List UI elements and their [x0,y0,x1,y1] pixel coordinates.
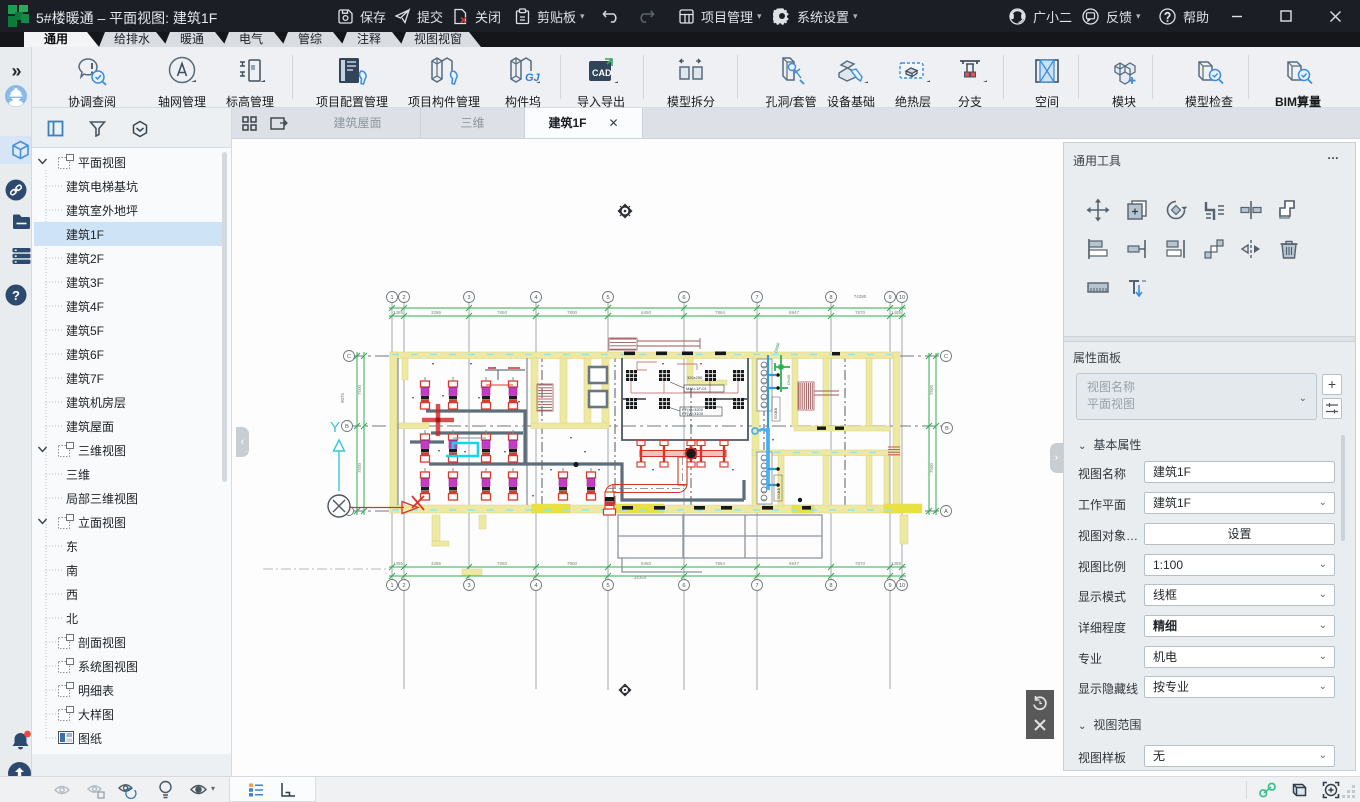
svg-text:1485: 1485 [393,561,404,566]
svg-text:DN40: DN40 [786,374,791,385]
svg-text:1485: 1485 [393,310,404,315]
svg-text:C: C [944,354,948,360]
svg-text:3286: 3286 [431,561,442,566]
svg-text:6947: 6947 [789,561,800,566]
svg-text:9: 9 [888,295,891,301]
svg-text:7850: 7850 [497,561,508,566]
svg-text:7870: 7870 [855,561,866,566]
svg-text:B: B [345,424,349,430]
svg-text:9: 9 [888,583,891,589]
svg-text:5: 5 [606,295,609,301]
svg-text:A: A [944,509,948,515]
svg-text:7500: 7500 [929,384,934,395]
svg-text:6450: 6450 [641,310,652,315]
svg-text:2: 2 [402,583,405,589]
svg-text:74280: 74280 [854,294,867,299]
svg-text:C: C [347,354,351,360]
svg-text:2: 2 [402,295,405,301]
svg-text:7870: 7870 [855,310,866,315]
svg-text:9075: 9075 [340,392,345,403]
svg-text:Y: Y [330,419,340,436]
svg-text:3: 3 [467,583,470,589]
svg-text:6947: 6947 [789,310,800,315]
svg-text:8: 8 [829,583,832,589]
svg-text:8: 8 [829,295,832,301]
svg-text:320x250: 320x250 [687,375,703,380]
svg-text:7: 7 [755,295,758,301]
svg-text:GXBB: GXBB [773,408,778,419]
svg-text:4: 4 [534,295,537,301]
svg-text:7500: 7500 [357,384,362,395]
svg-text:1: 1 [390,295,393,301]
svg-text:6: 6 [682,295,685,301]
svg-text:5: 5 [606,583,609,589]
svg-text:3286: 3286 [431,310,442,315]
svg-text:7500: 7500 [929,462,934,473]
svg-text:3: 3 [467,295,470,301]
svg-text:7800: 7800 [567,561,578,566]
svg-text:GXBB: GXBB [776,488,781,499]
svg-text:7864: 7864 [715,310,726,315]
svg-text:4: 4 [534,583,537,589]
svg-text:7864: 7864 [715,561,726,566]
svg-text:7500: 7500 [357,462,362,473]
svg-text:7800: 7800 [567,310,578,315]
svg-text:10: 10 [899,295,905,301]
svg-text:DN50: DN50 [773,341,781,353]
svg-text:1485: 1485 [891,561,902,566]
svg-text:B: B [945,426,949,432]
svg-text:CAD: CAD [592,68,612,78]
svg-text:1: 1 [390,583,393,589]
svg-text:6450: 6450 [641,561,652,566]
svg-text:34350: 34350 [634,575,647,580]
svg-text:?: ? [12,288,20,303]
svg-text:6: 6 [682,583,685,589]
svg-text:7850: 7850 [497,310,508,315]
svg-text:PF(y)=3100: PF(y)=3100 [682,411,704,416]
svg-text:1485: 1485 [891,310,902,315]
svg-text:10: 10 [899,583,905,589]
svg-text:MAU-1F-01: MAU-1F-01 [686,386,707,391]
svg-text:7: 7 [755,583,758,589]
